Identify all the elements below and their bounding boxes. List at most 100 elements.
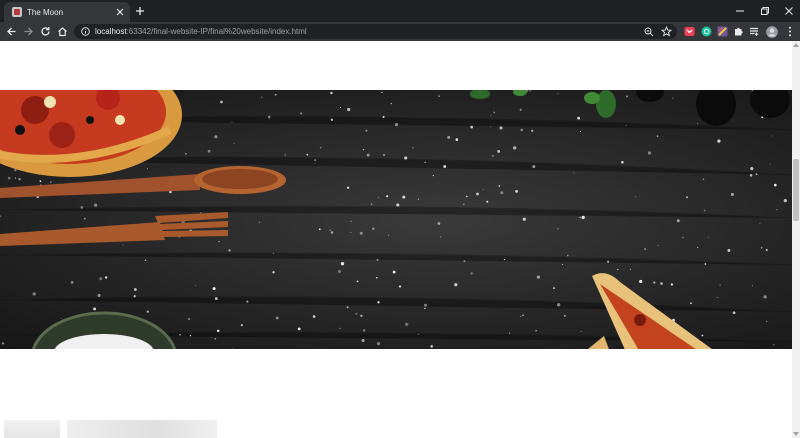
flour-speck — [386, 195, 389, 198]
scroll-up-arrow-icon[interactable] — [792, 41, 800, 49]
flour-speck — [536, 275, 540, 279]
flour-speck — [697, 122, 699, 125]
zoom-icon[interactable] — [643, 26, 655, 38]
thumbnail-image[interactable] — [67, 420, 217, 438]
flour-speck — [509, 332, 511, 334]
flour-speck — [122, 244, 124, 246]
restore-button[interactable] — [753, 3, 777, 19]
reload-icon — [41, 27, 50, 36]
flour-speck — [531, 129, 534, 133]
flour-speck — [319, 146, 322, 149]
flour-speck — [466, 195, 468, 198]
forward-button[interactable] — [21, 24, 36, 39]
flour-speck — [376, 258, 379, 261]
flour-speck — [440, 236, 442, 238]
flour-speck — [297, 327, 301, 331]
flour-speck — [500, 191, 504, 195]
flour-speck — [763, 295, 767, 299]
new-tab-button[interactable] — [133, 4, 147, 18]
flour-speck — [424, 307, 426, 310]
address-bar[interactable]: localhost:63342/final-website-IP/final%2… — [74, 24, 677, 39]
flour-speck — [656, 135, 659, 138]
basil-leaves — [470, 90, 616, 118]
flour-speck — [760, 246, 763, 249]
reload-button[interactable] — [38, 24, 53, 39]
thumbnail-row — [0, 420, 792, 438]
pocket-icon[interactable] — [683, 25, 696, 38]
flour-speck — [697, 246, 699, 248]
flour-speck — [330, 231, 334, 234]
flour-speck — [730, 193, 734, 196]
flour-speck — [312, 315, 316, 318]
extension-color-icon[interactable] — [716, 25, 729, 38]
flour-speck — [1, 342, 5, 345]
page-scrollbar[interactable] — [792, 41, 800, 438]
puzzle-icon[interactable] — [732, 25, 745, 38]
flour-speck — [32, 292, 36, 296]
home-icon — [58, 27, 67, 37]
flour-speck — [80, 206, 84, 209]
flour-speck — [682, 236, 684, 239]
flour-speck — [707, 236, 709, 238]
home-button[interactable] — [55, 24, 70, 39]
flour-speck — [430, 345, 433, 348]
flour-speck — [50, 181, 52, 183]
window-close-button[interactable] — [777, 3, 800, 19]
back-button[interactable] — [4, 24, 19, 39]
flour-speck — [557, 93, 559, 95]
kebab-menu-icon[interactable] — [783, 25, 796, 38]
flour-speck — [447, 135, 451, 139]
flour-speck — [366, 153, 370, 157]
flour-speck — [376, 342, 381, 346]
flour-speck — [207, 149, 211, 153]
flour-speck — [376, 277, 378, 279]
flour-speck — [396, 203, 400, 207]
flour-speck — [359, 231, 363, 235]
flour-speck — [755, 173, 758, 176]
flour-speck — [147, 168, 149, 170]
close-icon[interactable] — [114, 6, 126, 18]
flour-speck — [232, 348, 234, 349]
flour-speck — [498, 185, 501, 187]
flour-speck — [339, 106, 342, 108]
flour-speck — [338, 270, 341, 273]
flour-speck — [7, 176, 11, 180]
flour-speck — [519, 108, 522, 111]
scrollbar-thumb[interactable] — [793, 159, 799, 221]
flour-speck — [639, 279, 643, 284]
flour-speck — [372, 227, 375, 230]
flour-speck — [146, 310, 149, 313]
browser-tab[interactable]: The Moon — [4, 2, 130, 22]
scroll-down-arrow-icon[interactable] — [792, 430, 800, 438]
close-icon — [785, 7, 793, 15]
flour-speck — [423, 303, 427, 307]
star-icon[interactable] — [660, 26, 672, 38]
flour-speck — [200, 212, 202, 214]
wooden-fork — [0, 212, 228, 246]
minimize-button[interactable] — [728, 3, 752, 19]
flour-speck — [577, 116, 581, 120]
flour-speck — [476, 192, 479, 196]
avatar-icon[interactable] — [765, 25, 778, 38]
flour-speck — [267, 115, 271, 119]
flour-speck — [522, 217, 526, 221]
thumbnail-image[interactable] — [4, 420, 60, 438]
flour-speck — [187, 317, 191, 321]
flour-speck — [179, 333, 181, 336]
flour-speck — [573, 172, 575, 174]
info-icon[interactable] — [80, 27, 90, 37]
grammarly-icon[interactable] — [700, 25, 713, 38]
page-viewport — [0, 41, 792, 438]
flour-speck — [702, 178, 705, 180]
flour-speck — [520, 128, 524, 132]
flour-speck — [557, 228, 559, 230]
flour-speck — [314, 159, 317, 162]
flour-speck — [306, 153, 309, 156]
flour-speck — [14, 177, 17, 179]
flour-speck — [104, 276, 108, 279]
flour-speck — [776, 209, 778, 211]
flour-speck — [686, 196, 688, 199]
flour-speck — [463, 260, 466, 263]
reading-list-icon[interactable] — [748, 25, 761, 38]
flour-speck — [773, 183, 777, 187]
